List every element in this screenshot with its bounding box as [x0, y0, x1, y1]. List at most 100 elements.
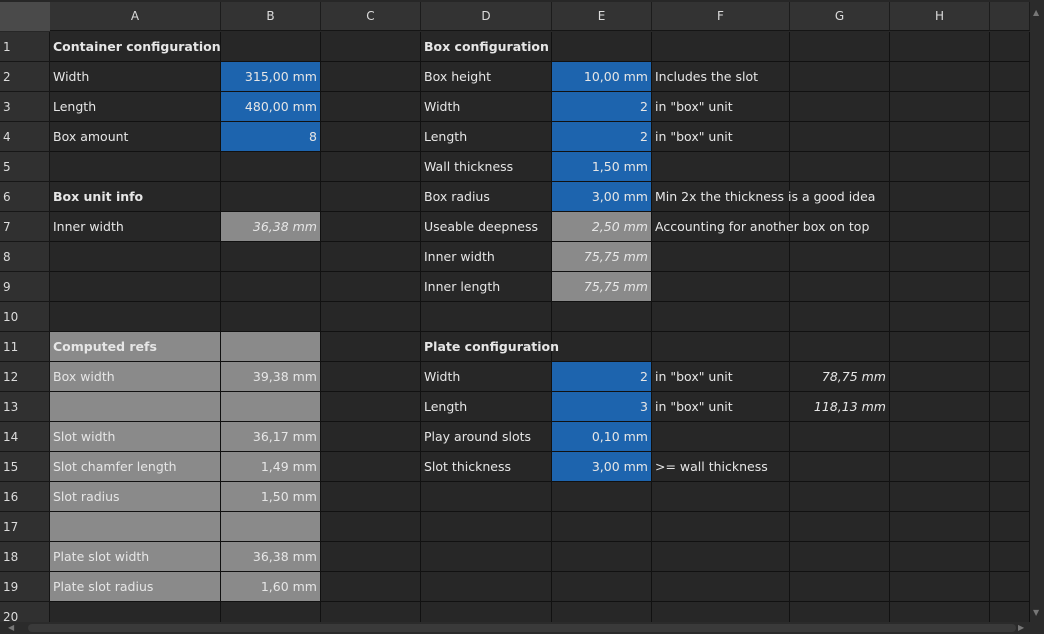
grid-cell[interactable]	[790, 332, 890, 362]
cell-d4[interactable]: Length	[421, 122, 552, 152]
grid-cell[interactable]	[890, 32, 990, 62]
grid-cell[interactable]	[790, 212, 890, 242]
row-header-19[interactable]: 19	[0, 572, 50, 602]
grid-cell[interactable]	[990, 602, 1030, 622]
grid-cell[interactable]	[790, 602, 890, 622]
row-header-13[interactable]: 13	[0, 392, 50, 422]
grid-cell[interactable]	[790, 272, 890, 302]
grid-cell[interactable]	[321, 482, 421, 512]
grid-cell[interactable]	[321, 392, 421, 422]
cell-e6[interactable]: 3,00 mm	[552, 182, 652, 212]
cell-a15[interactable]: Slot chamfer length	[50, 452, 221, 482]
grid-cell[interactable]	[890, 182, 990, 212]
cell-e7[interactable]: 2,50 mm	[552, 212, 652, 242]
cell-a13[interactable]	[50, 392, 221, 422]
grid-cell[interactable]	[790, 122, 890, 152]
grid-cell[interactable]	[790, 572, 890, 602]
grid-cell[interactable]	[790, 512, 890, 542]
cell-b3[interactable]: 480,00 mm	[221, 92, 321, 122]
grid-cell[interactable]	[421, 602, 552, 622]
grid-cell[interactable]	[790, 182, 890, 212]
cell-a18[interactable]: Plate slot width	[50, 542, 221, 572]
column-header-c[interactable]: C	[321, 2, 421, 31]
grid-cell[interactable]	[50, 152, 221, 182]
cell-b17[interactable]	[221, 512, 321, 542]
grid-cell[interactable]	[552, 542, 652, 572]
row-header-16[interactable]: 16	[0, 482, 50, 512]
cell-b13[interactable]	[221, 392, 321, 422]
grid-cell[interactable]	[652, 32, 790, 62]
grid-cell[interactable]	[990, 302, 1030, 332]
cell-a6[interactable]: Box unit info	[50, 182, 221, 212]
grid-cell[interactable]	[790, 152, 890, 182]
grid-cell[interactable]	[790, 302, 890, 332]
column-header-b[interactable]: B	[221, 2, 321, 31]
grid-cell[interactable]	[990, 152, 1030, 182]
grid-cell[interactable]	[990, 182, 1030, 212]
cell-e13[interactable]: 3	[552, 392, 652, 422]
row-header-10[interactable]: 10	[0, 302, 50, 332]
grid-cell[interactable]	[321, 62, 421, 92]
cell-e9[interactable]: 75,75 mm	[552, 272, 652, 302]
cell-e3[interactable]: 2	[552, 92, 652, 122]
grid-cell[interactable]	[990, 32, 1030, 62]
row-header-5[interactable]: 5	[0, 152, 50, 182]
row-header-1[interactable]: 1	[0, 32, 50, 62]
row-header-20[interactable]: 20	[0, 602, 50, 622]
grid-cell[interactable]	[652, 152, 790, 182]
grid-cell[interactable]	[321, 512, 421, 542]
grid-cell[interactable]	[321, 212, 421, 242]
cell-d11[interactable]: Plate configuration	[421, 332, 559, 362]
grid-cell[interactable]	[890, 272, 990, 302]
cell-d9[interactable]: Inner length	[421, 272, 552, 302]
cell-b19[interactable]: 1,60 mm	[221, 572, 321, 602]
cell-f4[interactable]: in "box" unit	[652, 122, 790, 152]
horizontal-scrollbar[interactable]: ◀ ▶	[0, 622, 1044, 634]
cell-d14[interactable]: Play around slots	[421, 422, 552, 452]
grid-cell[interactable]	[990, 122, 1030, 152]
grid-cell[interactable]	[321, 182, 421, 212]
cell-f12[interactable]: in "box" unit	[652, 362, 790, 392]
grid-cell[interactable]	[790, 542, 890, 572]
grid-cell[interactable]	[890, 602, 990, 622]
grid-cell[interactable]	[990, 572, 1030, 602]
cell-b11[interactable]	[221, 332, 321, 362]
row-header-8[interactable]: 8	[0, 242, 50, 272]
grid-cell[interactable]	[221, 182, 321, 212]
grid-cell[interactable]	[990, 422, 1030, 452]
row-header-17[interactable]: 17	[0, 512, 50, 542]
grid-cell[interactable]	[221, 272, 321, 302]
grid-cell[interactable]	[790, 242, 890, 272]
grid-cell[interactable]	[421, 572, 552, 602]
grid-cell[interactable]	[890, 212, 990, 242]
cell-b18[interactable]: 36,38 mm	[221, 542, 321, 572]
grid-cell[interactable]	[321, 32, 421, 62]
cell-f6[interactable]: Min 2x the thickness is a good idea	[652, 182, 875, 212]
cell-b16[interactable]: 1,50 mm	[221, 482, 321, 512]
grid-cell[interactable]	[321, 422, 421, 452]
column-header-h[interactable]: H	[890, 2, 990, 31]
grid-cell[interactable]	[652, 512, 790, 542]
cell-d1[interactable]: Box configuration	[421, 32, 552, 62]
grid-cell[interactable]	[990, 92, 1030, 122]
column-header-g[interactable]: G	[790, 2, 890, 31]
grid-cell[interactable]	[990, 362, 1030, 392]
grid-cell[interactable]	[890, 392, 990, 422]
grid-cell[interactable]	[552, 32, 652, 62]
cell-b7[interactable]: 36,38 mm	[221, 212, 321, 242]
cell-e4[interactable]: 2	[552, 122, 652, 152]
row-header-14[interactable]: 14	[0, 422, 50, 452]
cell-a4[interactable]: Box amount	[50, 122, 221, 152]
grid-cell[interactable]	[652, 482, 790, 512]
grid-cell[interactable]	[990, 212, 1030, 242]
scroll-left-arrow-icon[interactable]: ◀	[8, 622, 14, 634]
cell-f13[interactable]: in "box" unit	[652, 392, 790, 422]
grid-cell[interactable]	[552, 512, 652, 542]
grid-cell[interactable]	[221, 152, 321, 182]
row-header-18[interactable]: 18	[0, 542, 50, 572]
grid-cell[interactable]	[421, 302, 552, 332]
cell-d12[interactable]: Width	[421, 362, 552, 392]
cell-f3[interactable]: in "box" unit	[652, 92, 790, 122]
cell-a2[interactable]: Width	[50, 62, 221, 92]
cell-e2[interactable]: 10,00 mm	[552, 62, 652, 92]
